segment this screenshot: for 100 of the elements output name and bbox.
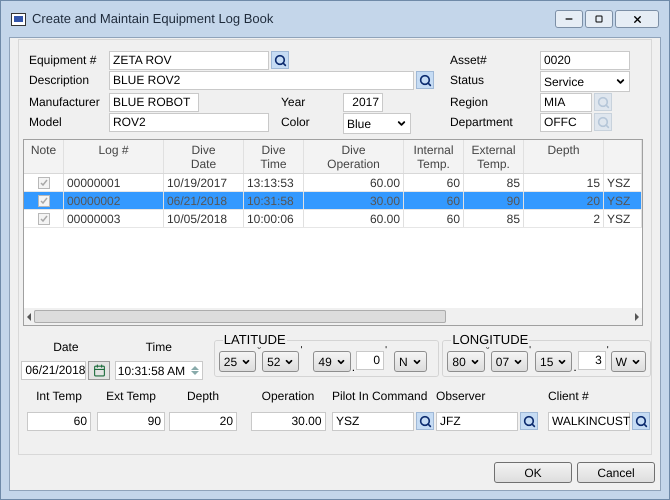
table-cell: YSZ <box>604 192 642 209</box>
horizontal-scrollbar[interactable] <box>24 308 642 325</box>
table-cell: 60 <box>404 174 464 191</box>
maximize-icon <box>595 15 603 23</box>
search-button[interactable] <box>416 71 434 89</box>
dropdown[interactable]: N <box>394 351 427 372</box>
note-checkbox[interactable] <box>38 212 50 224</box>
search-icon <box>418 414 432 428</box>
input-field[interactable]: JFZ <box>436 412 518 431</box>
input-field[interactable]: 2017 <box>343 93 383 112</box>
minute-mark: ' <box>529 346 532 356</box>
input-field[interactable]: OFFC <box>540 113 592 132</box>
dialog-button[interactable]: OK <box>494 462 572 483</box>
search-button[interactable] <box>520 412 538 430</box>
input-field[interactable]: WALKINCUST <box>548 412 630 431</box>
scroll-right-icon[interactable] <box>635 312 639 320</box>
dropdown[interactable]: 25 <box>218 351 256 372</box>
column-header[interactable]: Log # <box>64 140 164 173</box>
table-cell: YSZ <box>604 210 642 227</box>
note-checkbox[interactable] <box>38 176 50 188</box>
column-header[interactable]: Internal Temp. <box>404 140 464 173</box>
input-field[interactable]: 06/21/2018 <box>21 361 86 380</box>
column-header[interactable]: Dive Time <box>244 140 304 173</box>
dropdown[interactable]: 49 <box>313 351 351 372</box>
table-cell: 20 <box>524 192 604 209</box>
second-mark: ' <box>606 346 609 356</box>
input-field[interactable]: MIA <box>540 93 592 112</box>
table-cell: 60 <box>404 210 464 227</box>
field-label: Color <box>281 114 311 131</box>
dropdown[interactable]: Service <box>540 71 630 92</box>
window-title: Create and Maintain Equipment Log Book <box>32 10 274 28</box>
scrollbar-thumb[interactable] <box>34 310 446 323</box>
column-header[interactable]: Dive Date <box>164 140 244 173</box>
dropdown[interactable]: 80 <box>447 351 485 372</box>
decimal-mark: . <box>573 362 577 372</box>
table-cell: 00000003 <box>64 210 164 227</box>
table-cell: 2 <box>524 210 604 227</box>
table-cell: 60 <box>404 192 464 209</box>
table-cell: 06/21/2018 <box>164 192 244 209</box>
input-field[interactable]: 3 <box>578 351 606 370</box>
search-icon <box>634 414 648 428</box>
field-label: Time <box>146 339 172 356</box>
table-cell: 10:00:06 <box>244 210 304 227</box>
maximize-button[interactable] <box>585 10 613 28</box>
caret-icon <box>615 76 626 87</box>
dropdown[interactable]: Blue <box>343 113 411 134</box>
dropdown[interactable]: 15 <box>535 351 572 372</box>
input-field[interactable]: 0020 <box>540 51 630 70</box>
close-icon <box>632 14 642 24</box>
column-header[interactable]: Note <box>24 140 64 173</box>
column-header[interactable]: Dive Operation <box>304 140 404 173</box>
table-cell: 13:13:53 <box>244 174 304 191</box>
table-cell: 10:31:58 <box>244 192 304 209</box>
column-header[interactable]: External Temp. <box>464 140 524 173</box>
dropdown[interactable]: W <box>610 351 646 372</box>
input-field[interactable]: BLUE ROBOT <box>109 93 199 112</box>
field-label: Model <box>29 114 63 131</box>
input-field[interactable]: 0 <box>356 351 384 370</box>
note-checkbox[interactable] <box>38 194 50 206</box>
search-icon <box>522 414 536 428</box>
search-button[interactable] <box>271 51 289 69</box>
decimal-mark: . <box>352 362 356 372</box>
input-field[interactable]: 30.00 <box>250 412 326 431</box>
table-cell: 90 <box>464 192 524 209</box>
input-field[interactable]: 60 <box>27 412 91 431</box>
search-icon <box>274 54 286 66</box>
table-cell: 00000002 <box>64 192 164 209</box>
check-icon <box>40 196 48 204</box>
calendar-button[interactable] <box>88 361 110 380</box>
dialog-button[interactable]: Cancel <box>577 462 655 483</box>
caret-icon <box>396 118 407 129</box>
field-label: Client # <box>548 388 589 405</box>
field-label: Operation <box>262 388 314 405</box>
time-field[interactable]: 10:31:58 AM <box>114 361 203 380</box>
input-field[interactable]: ZETA ROV <box>109 51 269 70</box>
input-field[interactable]: BLUE ROV2 <box>109 71 414 90</box>
input-field[interactable]: YSZ <box>332 412 414 431</box>
search-icon <box>418 74 432 86</box>
field-label: Manufacturer <box>29 94 101 111</box>
table-row[interactable]: 00000003 10/05/2018 10:00:06 60.00 60 85 2 YSZ <box>24 210 642 228</box>
calendar-icon <box>92 364 106 377</box>
input-field[interactable]: 20 <box>169 412 237 431</box>
dropdown[interactable]: 52 <box>262 351 300 372</box>
column-header[interactable]: Depth <box>524 140 604 173</box>
input-field[interactable]: 90 <box>97 412 165 431</box>
search-icon <box>596 96 610 108</box>
field-label: Status <box>450 72 486 89</box>
close-button[interactable] <box>615 10 659 28</box>
search-button[interactable] <box>632 412 650 430</box>
field-label: Year <box>281 94 306 111</box>
table-cell: 00000001 <box>64 174 164 191</box>
app-icon <box>11 12 26 26</box>
field-label: Int Temp <box>36 388 82 405</box>
field-label: Pilot In Command <box>332 388 428 405</box>
search-button[interactable] <box>416 412 434 430</box>
field-label: Description <box>29 72 90 89</box>
table-cell: 60.00 <box>304 210 404 227</box>
table-cell: 10/05/2018 <box>164 210 244 227</box>
input-field[interactable]: ROV2 <box>109 113 269 132</box>
dropdown[interactable]: 07 <box>490 351 528 372</box>
